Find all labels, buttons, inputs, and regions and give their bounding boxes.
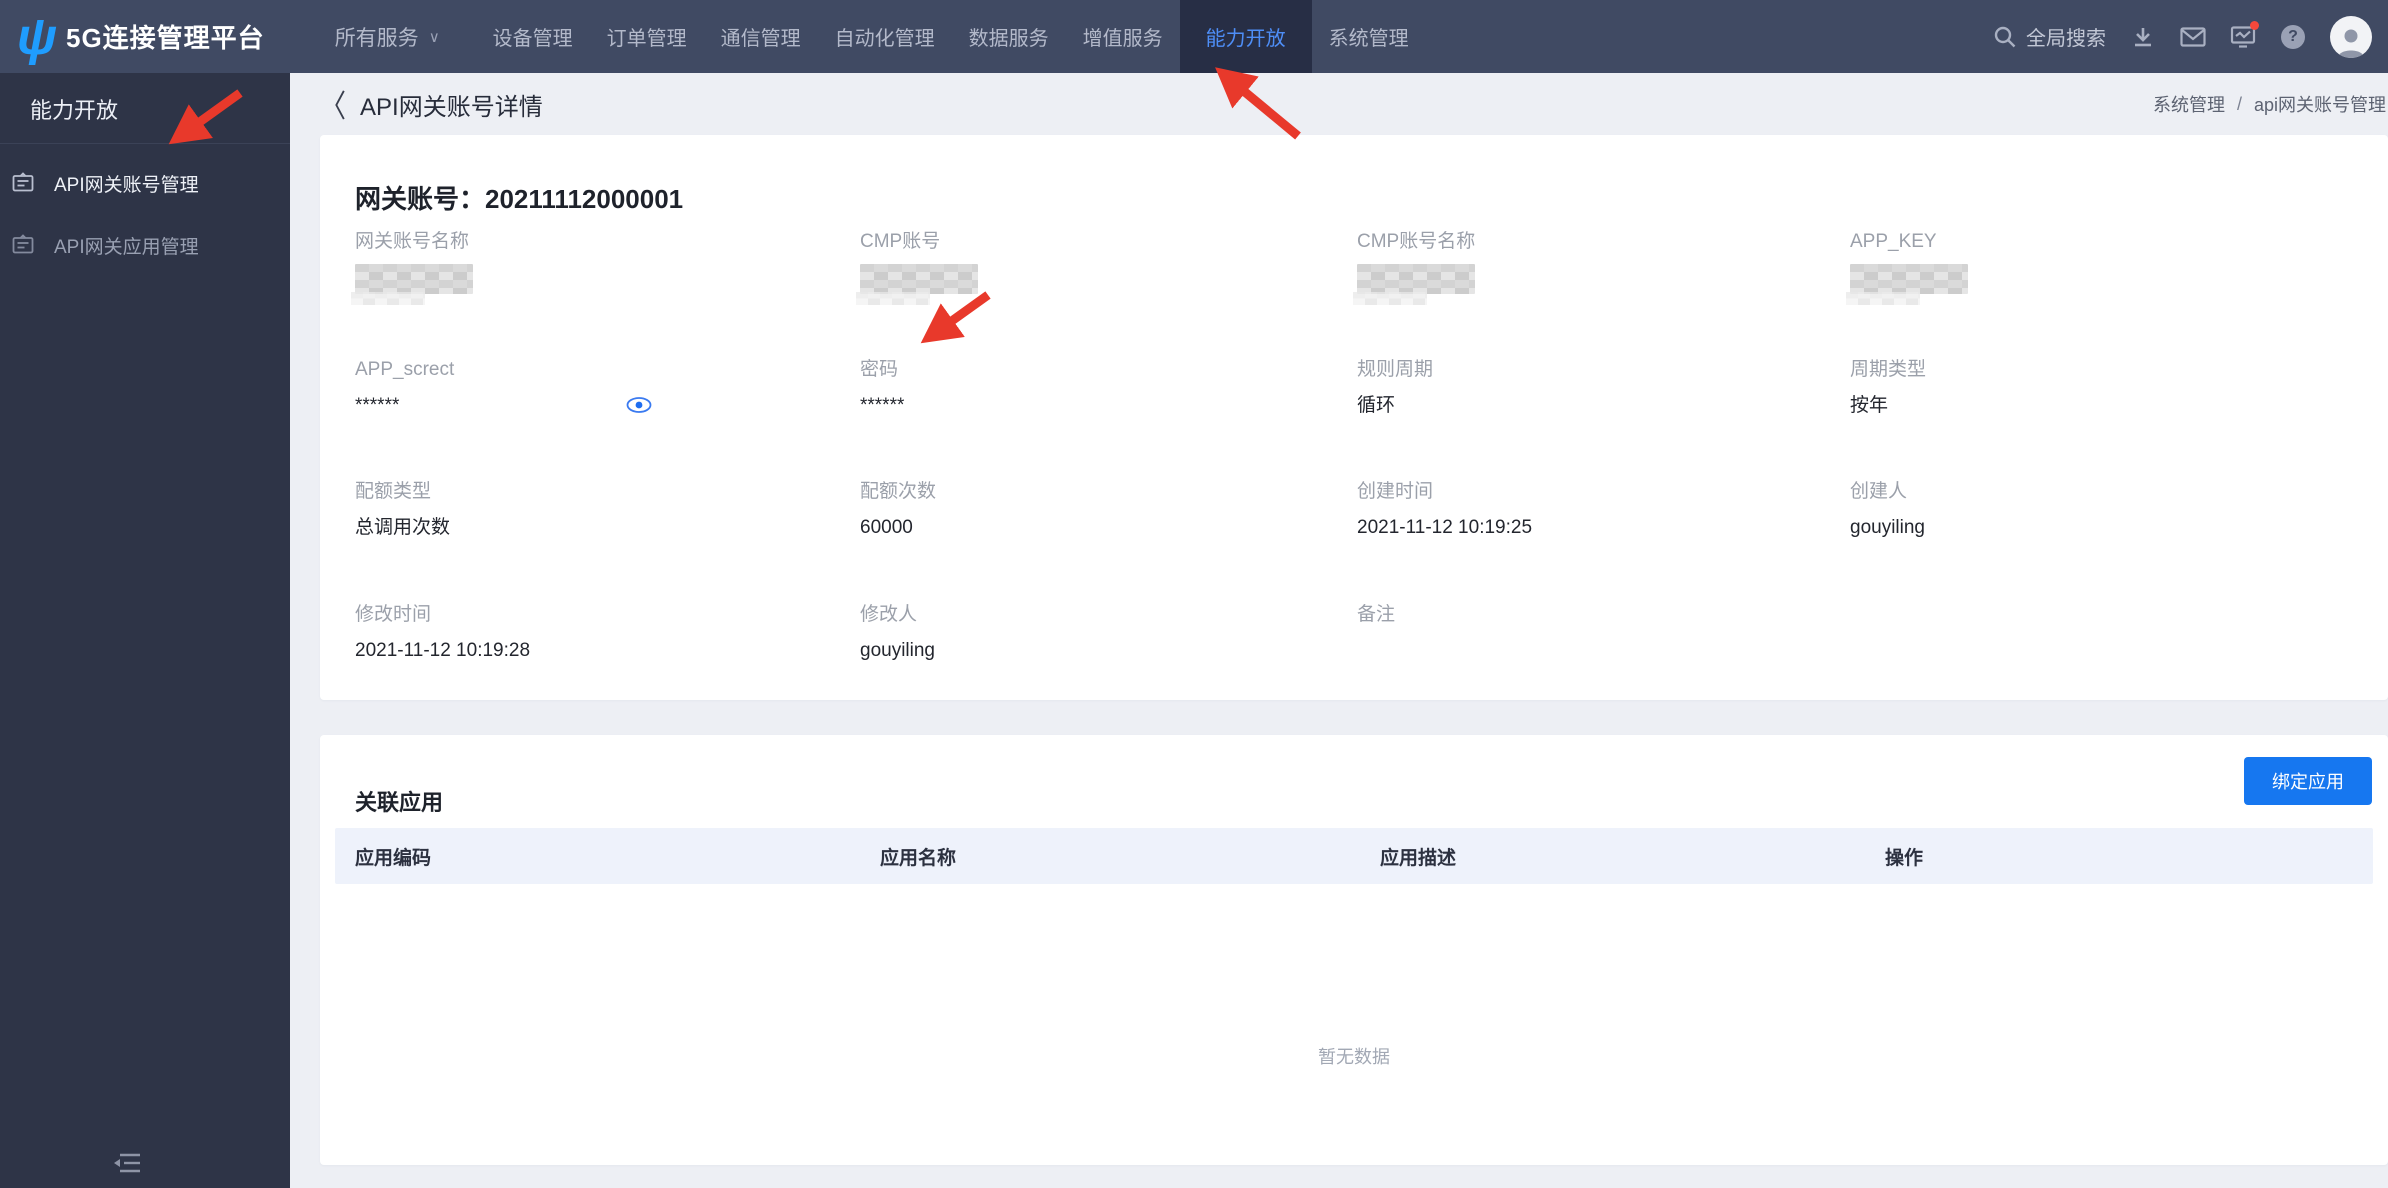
clipboard-icon bbox=[10, 232, 36, 258]
breadcrumb-api-gateway-account-mgmt[interactable]: api网关账号管理 bbox=[2254, 91, 2386, 117]
nav-item-system-mgmt[interactable]: 系统管理 bbox=[1312, 0, 1426, 73]
global-search-label: 全局搜索 bbox=[2026, 28, 2106, 50]
breadcrumb: 系统管理 / api网关账号管理 bbox=[2153, 73, 2386, 135]
field-gateway-account-name: 网关账号名称 bbox=[351, 230, 825, 305]
redacted-value-block bbox=[1353, 264, 1475, 305]
field-password: 密码 ****** bbox=[860, 359, 905, 416]
nav-item-automation-mgmt[interactable]: 自动化管理 bbox=[818, 0, 952, 73]
field-remark: 备注 bbox=[1357, 604, 1396, 625]
sidebar: 能力开放 API网关账号管理 API网关应用管理 bbox=[0, 73, 290, 1188]
page-header: 〈 API网关账号详情 系统管理 / api网关账号管理 bbox=[290, 73, 2388, 135]
field-rule-cycle: 规则周期 循环 bbox=[1357, 359, 1434, 416]
sidebar-title: 能力开放 bbox=[30, 98, 119, 123]
notification-dot bbox=[2250, 20, 2259, 30]
field-create-time: 创建时间 2021-11-12 10:19:25 bbox=[1357, 481, 1533, 538]
mail-icon[interactable] bbox=[2180, 24, 2206, 50]
page-title: API网关账号详情 bbox=[360, 93, 543, 121]
related-apps-title: 关联应用 bbox=[355, 790, 444, 815]
field-cycle-type: 周期类型 按年 bbox=[1850, 359, 1927, 416]
nav-item-order-mgmt[interactable]: 订单管理 bbox=[590, 0, 704, 73]
clipboard-icon bbox=[10, 170, 36, 196]
related-apps-table-header: 应用编码 应用名称 应用描述 操作 bbox=[335, 828, 2373, 884]
nav-item-comm-mgmt[interactable]: 通信管理 bbox=[704, 0, 818, 73]
redacted-value-block bbox=[1846, 264, 1968, 305]
primary-nav: 设备管理 订单管理 通信管理 自动化管理 数据服务 增值服务 能力开放 系统管理 bbox=[476, 0, 1426, 73]
field-app-key: APP_KEY bbox=[1846, 230, 2320, 305]
search-icon bbox=[1992, 24, 2018, 50]
all-services-label: 所有服务 bbox=[334, 26, 419, 50]
sidebar-item-api-gateway-app-mgmt[interactable]: API网关应用管理 bbox=[0, 214, 290, 276]
field-modifier: 修改人 gouyiling bbox=[860, 604, 935, 661]
field-quota-count: 配额次数 60000 bbox=[860, 481, 937, 538]
field-creator: 创建人 gouyiling bbox=[1850, 481, 1925, 538]
column-header-app-description: 应用描述 bbox=[1380, 847, 1457, 869]
field-modify-time: 修改时间 2021-11-12 10:19:28 bbox=[355, 604, 531, 661]
sidebar-item-label: API网关账号管理 bbox=[54, 174, 199, 196]
sidebar-divider bbox=[0, 143, 290, 144]
global-search[interactable]: 全局搜索 bbox=[1992, 22, 2106, 51]
sidebar-collapse-icon[interactable] bbox=[110, 1150, 144, 1176]
all-services-menu[interactable]: 所有服务 ∨ bbox=[335, 22, 440, 52]
app-root: ψ 5G连接管理平台 所有服务 ∨ 设备管理 订单管理 通信管理 自动化管理 数… bbox=[0, 0, 2388, 1188]
breadcrumb-system-mgmt[interactable]: 系统管理 bbox=[2153, 91, 2225, 117]
nav-item-capability-open[interactable]: 能力开放 bbox=[1179, 0, 1312, 73]
breadcrumb-separator: / bbox=[2236, 93, 2242, 114]
field-quota-type: 配额类型 总调用次数 bbox=[355, 481, 451, 538]
field-cmp-account: CMP账号 bbox=[856, 230, 1330, 305]
gateway-account-number-title: 网关账号：20211112000001 bbox=[355, 183, 684, 214]
nav-item-data-service[interactable]: 数据服务 bbox=[952, 0, 1066, 73]
redacted-value-block bbox=[351, 264, 473, 305]
field-cmp-account-name: CMP账号名称 bbox=[1353, 230, 1827, 305]
chevron-down-icon: ∨ bbox=[428, 28, 440, 46]
help-icon[interactable]: ? bbox=[2280, 24, 2306, 50]
column-header-app-code: 应用编码 bbox=[355, 847, 432, 869]
nav-right-tools: 全局搜索 ? bbox=[1992, 0, 2372, 73]
nav-item-device-mgmt[interactable]: 设备管理 bbox=[476, 0, 590, 73]
related-apps-card: 关联应用 绑定应用 应用编码 应用名称 应用描述 操作 暂无数据 bbox=[320, 735, 2388, 1165]
bind-app-button[interactable]: 绑定应用 bbox=[2244, 757, 2372, 805]
download-icon[interactable] bbox=[2130, 24, 2156, 50]
redacted-value-block bbox=[856, 264, 978, 305]
back-button[interactable]: 〈 API网关账号详情 bbox=[320, 86, 543, 125]
sidebar-item-api-gateway-account-mgmt[interactable]: API网关账号管理 bbox=[0, 152, 290, 214]
platform-title: 5G连接管理平台 bbox=[66, 23, 265, 53]
top-nav-bar: ψ 5G连接管理平台 所有服务 ∨ 设备管理 订单管理 通信管理 自动化管理 数… bbox=[0, 0, 2388, 73]
platform-logo-icon: ψ bbox=[16, 7, 58, 66]
column-header-app-name: 应用名称 bbox=[880, 847, 957, 869]
column-header-actions: 操作 bbox=[1885, 847, 1924, 869]
gateway-account-detail-card: 网关账号：20211112000001 网关账号名称 CMP账号 CMP账号名称… bbox=[320, 135, 2388, 700]
sidebar-item-label: API网关应用管理 bbox=[54, 236, 199, 258]
back-chevron-icon: 〈 bbox=[320, 89, 347, 125]
nav-item-value-added-service[interactable]: 增值服务 bbox=[1066, 0, 1180, 73]
user-avatar[interactable] bbox=[2330, 15, 2372, 58]
empty-state-text: 暂无数据 bbox=[1318, 1047, 1390, 1067]
monitor-alert-icon[interactable] bbox=[2230, 20, 2259, 50]
field-app-secret: APP_screct ****** bbox=[355, 358, 825, 418]
eye-icon[interactable] bbox=[625, 394, 655, 418]
